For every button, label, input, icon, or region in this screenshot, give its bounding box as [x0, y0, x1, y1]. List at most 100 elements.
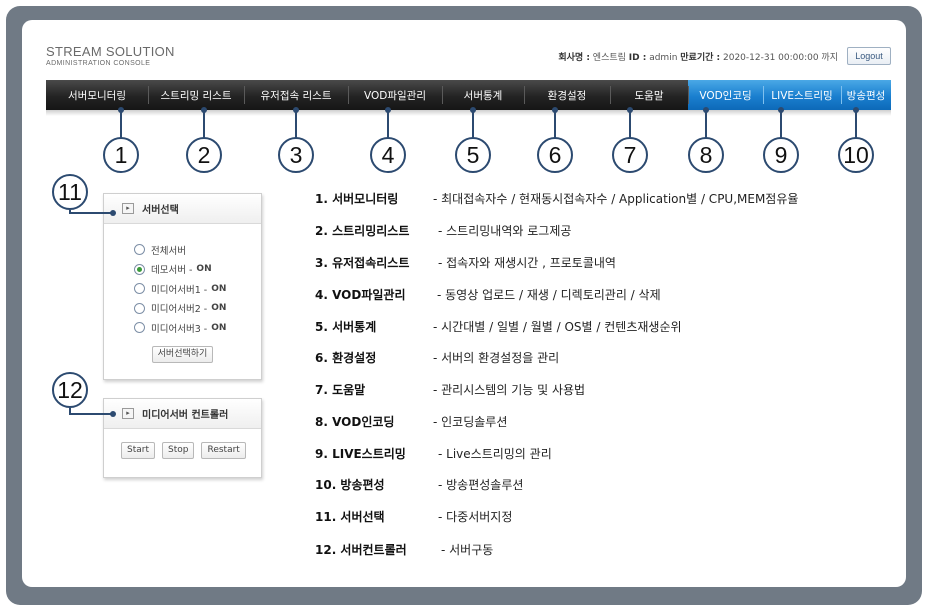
server-option-media1[interactable]: 미디어서버1 - ON — [104, 279, 261, 299]
expand-arrow-icon[interactable]: ▸ — [122, 408, 134, 419]
desc-value: - 방송편성솔루션 — [438, 478, 524, 492]
server-select-header: ▸ 서버선택 — [104, 194, 261, 224]
server-options: 전체서버 데모서버 - ON 미디어서버1 - ON 미디어서버2 - ON 미… — [104, 224, 261, 338]
callout-line-12b — [69, 413, 113, 415]
desc-value: - 서버의 환경설정을 관리 — [433, 351, 560, 365]
server-status: ON — [211, 303, 227, 314]
desc-value: - 동영상 업로드 / 재생 / 디렉토리관리 / 삭제 — [437, 288, 661, 302]
desc-value: - 서버구동 — [441, 543, 494, 557]
callout-9: 9 — [763, 137, 799, 173]
desc-key: 5. 서버통계 — [315, 320, 377, 334]
nav-live-streaming[interactable]: LIVE스트리밍 — [763, 80, 841, 110]
callout-dot-11 — [110, 210, 116, 216]
server-option-media2[interactable]: 미디어서버2 - ON — [104, 299, 261, 319]
desc-value: - 관리시스템의 기능 및 사용법 — [433, 383, 586, 397]
id-value: admin — [646, 53, 681, 63]
nav-vod-file-management[interactable]: VOD파일관리 — [348, 80, 442, 110]
desc-value: - 스트리밍내역와 로그제공 — [438, 224, 572, 238]
logout-button[interactable]: Logout — [847, 47, 891, 65]
radio-media1[interactable] — [134, 283, 145, 295]
desc-key: 6. 환경설정 — [315, 351, 377, 365]
expand-arrow-icon[interactable]: ▸ — [122, 203, 134, 214]
callout-3: 3 — [278, 137, 314, 173]
server-option-all[interactable]: 전체서버 — [104, 240, 261, 260]
callout-line-6 — [554, 110, 556, 138]
server-status: ON — [211, 322, 227, 333]
callout-2: 2 — [186, 137, 222, 173]
media-controller-title: 미디어서버 컨트롤러 — [142, 410, 229, 421]
callout-line-9 — [780, 110, 782, 138]
desc-key: 8. VOD인코딩 — [315, 415, 395, 429]
server-option-label: 데모서버 - — [151, 265, 193, 277]
callout-line-4 — [387, 110, 389, 138]
nav-server-statistics[interactable]: 서버통계 — [442, 80, 524, 110]
callout-6: 6 — [537, 137, 573, 173]
callout-5: 5 — [455, 137, 491, 173]
nav-user-access-list[interactable]: 유저접속 리스트 — [244, 80, 348, 110]
server-select-actions: 서버선택하기 — [104, 345, 261, 363]
desc-value: - 접속자와 재생시간 , 프로토콜내역 — [438, 256, 616, 270]
radio-media2[interactable] — [134, 302, 145, 314]
server-status: ON — [211, 283, 227, 294]
nav-help[interactable]: 도움말 — [610, 80, 688, 110]
stop-button[interactable]: Stop — [162, 442, 195, 459]
server-select-panel: ▸ 서버선택 전체서버 데모서버 - ON 미디어서버1 - ON 미디어서버2… — [103, 193, 262, 380]
desc-key: 7. 도움말 — [315, 383, 366, 397]
desc-key: 10. 방송편성 — [315, 478, 385, 492]
callout-line-3 — [295, 110, 297, 138]
media-controller-actions: Start Stop Restart — [104, 429, 261, 459]
desc-value: - 최대접속자수 / 현재동시접속자수 / Application별 / CPU… — [433, 192, 799, 206]
company-value: 엔스트림 — [589, 53, 629, 63]
callout-11: 11 — [52, 174, 88, 210]
expiry-label: 만료기간 : — [680, 53, 721, 63]
callout-line-5 — [472, 110, 474, 138]
desc-value: - Live스트리밍의 관리 — [438, 447, 552, 461]
id-label: ID : — [628, 53, 647, 63]
callout-dot-12 — [110, 411, 116, 417]
start-button[interactable]: Start — [121, 442, 155, 459]
server-option-demo[interactable]: 데모서버 - ON — [104, 260, 261, 280]
brand-logo: STREAM SOLUTION ADMINISTRATION CONSOLE — [46, 44, 175, 67]
callout-line-11b — [69, 212, 113, 214]
callout-10: 10 — [838, 137, 874, 173]
nav-vod-encoding[interactable]: VOD인코딩 — [688, 80, 763, 110]
radio-all[interactable] — [134, 244, 145, 256]
brand-title: STREAM SOLUTION — [46, 44, 175, 59]
desc-key: 12. 서버컨트롤러 — [315, 543, 407, 557]
radio-demo[interactable] — [134, 263, 145, 275]
nav-streaming-list[interactable]: 스트리밍 리스트 — [148, 80, 244, 110]
radio-media3[interactable] — [134, 322, 145, 334]
desc-key: 4. VOD파일관리 — [315, 288, 406, 302]
callout-line-7 — [629, 110, 631, 138]
nav-server-monitoring[interactable]: 서버모니터링 — [46, 80, 148, 110]
server-option-label: 전체서버 — [151, 245, 186, 257]
server-option-label: 미디어서버3 - — [151, 323, 208, 335]
callout-12: 12 — [52, 372, 88, 408]
server-status: ON — [196, 264, 212, 275]
desc-value: - 시간대별 / 일별 / 월별 / OS별 / 컨텐츠재생순위 — [433, 320, 682, 334]
nav-broadcast-schedule[interactable]: 방송편성 — [841, 80, 891, 110]
callout-1: 1 — [103, 137, 139, 173]
desc-key: 3. 유저접속리스트 — [315, 256, 410, 270]
user-info: 회사명 : 엔스트림 ID : admin 만료기간 : 2020-12-31 … — [558, 50, 838, 63]
server-select-title: 서버선택 — [142, 205, 179, 216]
media-controller-header: ▸ 미디어서버 컨트롤러 — [104, 399, 261, 429]
desc-value: - 다중서버지정 — [438, 510, 513, 524]
desc-key: 2. 스트리밍리스트 — [315, 224, 410, 238]
server-option-label: 미디어서버1 - — [151, 284, 208, 296]
callout-line-2 — [203, 110, 205, 138]
callout-line-1 — [120, 110, 122, 138]
callout-line-8 — [705, 110, 707, 138]
desc-value: - 인코딩솔루션 — [433, 415, 508, 429]
nav-settings[interactable]: 환경설정 — [524, 80, 610, 110]
main-nav: 서버모니터링 스트리밍 리스트 유저접속 리스트 VOD파일관리 서버통계 환경… — [46, 80, 891, 110]
server-option-media3[interactable]: 미디어서버3 - ON — [104, 318, 261, 338]
brand-subtitle: ADMINISTRATION CONSOLE — [46, 60, 151, 67]
nav-shadow — [46, 110, 891, 116]
callout-4: 4 — [370, 137, 406, 173]
restart-button[interactable]: Restart — [201, 442, 246, 459]
server-select-button[interactable]: 서버선택하기 — [151, 345, 214, 363]
desc-key: 9. LIVE스트리밍 — [315, 447, 406, 461]
desc-key: 11. 서버선택 — [315, 510, 385, 524]
media-controller-panel: ▸ 미디어서버 컨트롤러 Start Stop Restart — [103, 398, 262, 478]
